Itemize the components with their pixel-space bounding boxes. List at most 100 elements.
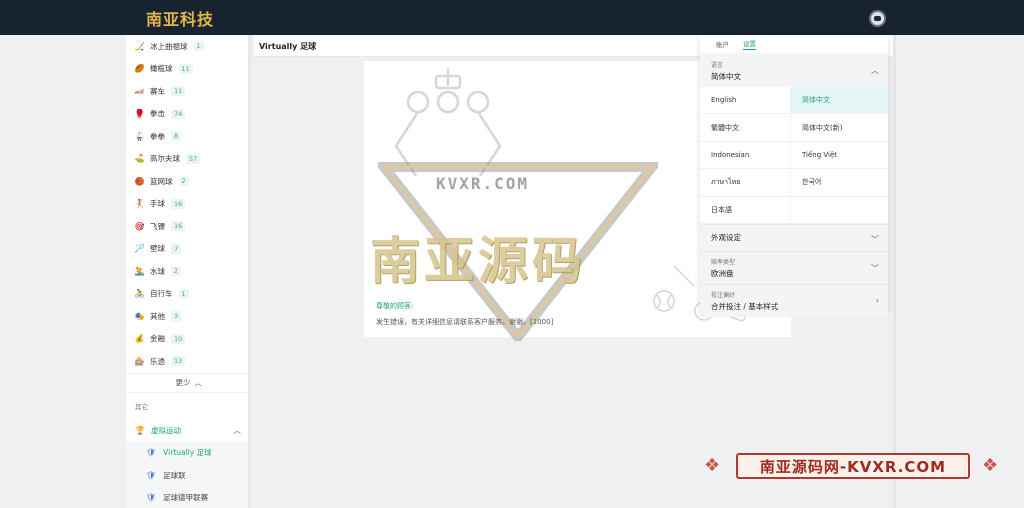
sidebar-item-label: 壁球 bbox=[150, 244, 165, 254]
count-badge: 57 bbox=[186, 153, 201, 164]
sidebar-item-virtual-sports[interactable]: 🏆 虚拟运动 ︿ bbox=[126, 420, 251, 442]
sidebar-item-netball[interactable]: 🏀 篮网球 2 bbox=[126, 170, 251, 193]
settings-tabs: 账户 设置 bbox=[700, 35, 888, 53]
sidebar-item-water-polo[interactable]: 🤽 水球 2 bbox=[126, 260, 251, 283]
virtual-subitem[interactable]: 🛡 足球联 bbox=[126, 464, 251, 487]
appearance-settings-row[interactable]: 外观设定 ﹀ bbox=[700, 223, 888, 251]
sidebar-item-racing[interactable]: 🏎 赛车 11 bbox=[126, 80, 251, 103]
language-option[interactable]: 简体中文(新) bbox=[791, 114, 888, 142]
count-badge: 11 bbox=[178, 63, 193, 74]
language-value: 简体中文 bbox=[711, 72, 741, 81]
sidebar-item-squash[interactable]: 🏸 壁球 7 bbox=[126, 238, 251, 261]
count-badge: 7 bbox=[171, 243, 182, 254]
chevron-up-icon: ︿ bbox=[194, 378, 202, 387]
brand-box: 南亚源码网-KVXR.COM bbox=[736, 453, 970, 479]
language-option[interactable]: 繁體中文 bbox=[700, 114, 791, 142]
virtual-subitem[interactable]: 🛡 Virtually 足球 bbox=[126, 441, 251, 464]
page-title: Virtually 足球 bbox=[259, 42, 317, 51]
virtual-sports-label: 虚拟运动 bbox=[150, 426, 181, 435]
language-option[interactable]: ภาษาไทย bbox=[700, 169, 791, 197]
count-badge: 13 bbox=[171, 356, 186, 367]
brand-watermark-banner: ❖ 南亚源码网-KVXR.COM ❖ bbox=[700, 449, 1005, 483]
sidebar-item-label: 橄榄球 bbox=[150, 64, 173, 74]
notice-message: 发生错误，有关详细信息请联系客户服务。谢谢。[1000] bbox=[376, 318, 554, 326]
sidebar-item-label: 自行车 bbox=[150, 289, 173, 299]
sidebar-item-golf[interactable]: ⛳ 高尔夫球 57 bbox=[126, 148, 251, 171]
virtual-subitem-label: Virtually 足球 bbox=[163, 448, 212, 458]
virtual-sports-icon: 🏆 bbox=[135, 426, 145, 435]
language-option[interactable]: Indonesian bbox=[700, 141, 791, 170]
sidebar-item-label: 拳拳 bbox=[150, 131, 165, 141]
racing-icon: 🏎 bbox=[134, 86, 145, 96]
language-option bbox=[791, 197, 888, 224]
language-option[interactable]: 日本語 bbox=[700, 196, 791, 224]
chevron-right-icon: › bbox=[875, 295, 879, 305]
sidebar-item-handball[interactable]: 🤾 手球 16 bbox=[126, 193, 251, 216]
sidebar-section-label: 其它 bbox=[135, 403, 148, 411]
darts-icon: 🎯 bbox=[134, 221, 145, 231]
show-less-toggle[interactable]: 更少 ︿ bbox=[126, 372, 251, 393]
lottery-icon: 🎰 bbox=[134, 356, 145, 366]
count-badge: 8 bbox=[171, 131, 182, 142]
handball-icon: 🤾 bbox=[134, 199, 145, 209]
language-option[interactable]: Tiếng Việt bbox=[791, 142, 888, 170]
water-polo-icon: 🤽 bbox=[134, 266, 145, 276]
sidebar-item-boxing[interactable]: 🥊 拳击 74 bbox=[126, 103, 251, 126]
language-option[interactable]: English bbox=[700, 87, 791, 115]
virtual-sports-sublist: 🛡Virtually 足球🛡足球联🛡足球德甲联赛🛡足球欧洲杯 bbox=[126, 441, 251, 508]
odds-type-label: 赔率类型 bbox=[711, 258, 736, 266]
bet-preference-value: 合并投注 / 基本样式 bbox=[711, 301, 779, 311]
language-option[interactable]: 简体中文 bbox=[791, 87, 888, 115]
show-less-label: 更少 bbox=[175, 378, 191, 387]
language-options: English 简体中文 繁體中文 简体中文(新) Indonesian Tiếng Vi… bbox=[700, 87, 888, 224]
other-sports-icon: 🎭 bbox=[134, 311, 145, 321]
main-scrollbar[interactable] bbox=[893, 35, 896, 508]
sidebar-item-label: 拳击 bbox=[150, 109, 165, 119]
sidebar-item-darts[interactable]: 🎯 飞镖 16 bbox=[126, 215, 251, 238]
soccer-shield-icon: 🛡 bbox=[146, 448, 157, 458]
appearance-label: 外观设定 bbox=[711, 233, 741, 243]
sidebar-item-lottery[interactable]: 🎰 乐透 13 bbox=[126, 350, 251, 373]
netball-icon: 🏀 bbox=[134, 176, 145, 186]
count-badge: 1 bbox=[178, 288, 189, 299]
count-badge: 10 bbox=[171, 333, 186, 344]
sidebar-item-cycling[interactable]: 🚴 自行车 1 bbox=[126, 283, 251, 306]
sidebar-item-other-sports[interactable]: 🎭 其他 3 bbox=[126, 305, 251, 328]
tab-settings[interactable]: 设置 bbox=[743, 38, 756, 50]
notice-greeting: 尊敬的顾客: bbox=[376, 302, 414, 310]
odds-type-row[interactable]: 赔率类型 欧洲盘 ﹀ bbox=[700, 250, 888, 284]
chevron-down-icon: ﹀ bbox=[871, 263, 879, 273]
rugby-icon: 🏉 bbox=[134, 64, 145, 74]
golf-icon: ⛳ bbox=[134, 154, 145, 164]
settings-panel: 账户 设置 语言 简体中文 ︿ English 简体中文 繁體中文 简体中文(新) Ind… bbox=[700, 35, 888, 317]
sidebar-item-rugby[interactable]: 🏉 橄榄球 11 bbox=[126, 58, 251, 81]
language-selector-header[interactable]: 语言 简体中文 ︿ bbox=[700, 53, 888, 87]
sidebar-item-finance[interactable]: 💰 金融 10 bbox=[126, 328, 251, 351]
ornament-left-icon: ❖ bbox=[704, 455, 721, 476]
chevron-up-icon: ︿ bbox=[871, 66, 879, 75]
bet-preference-row[interactable]: 投注偏好 合并投注 / 基本样式 › bbox=[700, 283, 888, 317]
sidebar-item-label: 飞镖 bbox=[150, 221, 165, 231]
bet-preference-label: 投注偏好 bbox=[711, 291, 736, 299]
tab-account[interactable]: 账户 bbox=[716, 39, 729, 49]
sidebar-sport-list: 🏒 冰上曲棍球 1 🏉 橄榄球 11 🏎 赛车 11 🥊 拳击 74 🥋 拳拳 8 ⛳ 高尔夫球 57 🏀 篮网球 2 🤾… bbox=[126, 35, 251, 373]
cycling-icon: 🚴 bbox=[134, 289, 145, 299]
sidebar-item-label: 冰上曲棍球 bbox=[150, 41, 188, 51]
sidebar-scrollbar[interactable] bbox=[248, 35, 251, 508]
watermark-sub-text: KVXR.COM bbox=[436, 174, 530, 193]
virtual-subitem-label: 足球联 bbox=[163, 470, 186, 480]
virtual-subitem[interactable]: 🛡 足球德甲联赛 bbox=[126, 486, 251, 508]
count-badge: 74 bbox=[171, 108, 186, 119]
robot-avatar-icon[interactable] bbox=[869, 10, 886, 27]
sidebar-item-label: 赛车 bbox=[150, 86, 165, 96]
sidebar-item-label: 其他 bbox=[150, 311, 165, 321]
finance-icon: 💰 bbox=[134, 334, 145, 344]
martial-arts-icon: 🥋 bbox=[134, 131, 145, 141]
sidebar-item-martial-arts[interactable]: 🥋 拳拳 8 bbox=[126, 125, 251, 148]
boxing-icon: 🥊 bbox=[134, 109, 145, 119]
count-badge: 1 bbox=[193, 41, 204, 52]
sidebar-item-label: 乐透 bbox=[150, 356, 165, 366]
site-logo[interactable]: 南亚科技 bbox=[146, 6, 214, 30]
language-option[interactable]: 한국어 bbox=[791, 169, 888, 197]
sidebar-item-hockey[interactable]: 🏒 冰上曲棍球 1 bbox=[126, 35, 251, 58]
